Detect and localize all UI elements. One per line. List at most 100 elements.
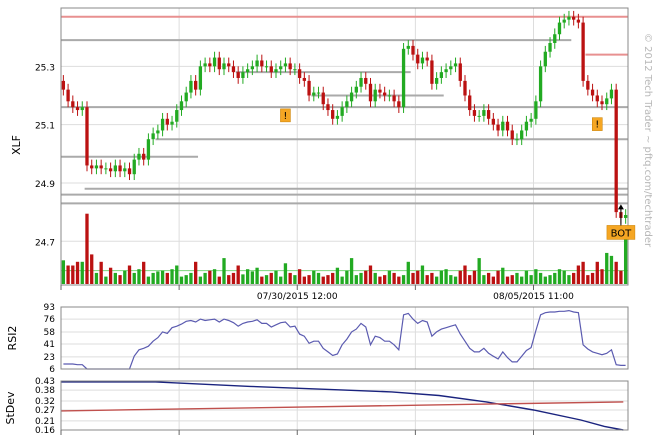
candle-body: [397, 101, 401, 108]
candle-body: [477, 115, 481, 117]
volume-bar: [401, 275, 406, 284]
candle-body: [217, 57, 221, 70]
candle-body: [71, 101, 75, 108]
volume-bar: [411, 272, 415, 284]
candle-body: [534, 101, 538, 119]
candle-body: [609, 89, 614, 99]
candle-body: [104, 168, 108, 170]
stdev-tick-label: 0.27: [35, 406, 55, 416]
volume-bar: [264, 275, 269, 284]
stdev-panel-frame: [60, 380, 629, 431]
text-layer: XLF RSI2 StDev © 2012 Tech Trader ~ pftq…: [4, 33, 653, 436]
volume-bar: [368, 265, 373, 284]
stdev-tick-label: 0.38: [35, 386, 55, 396]
candle-body: [548, 42, 552, 52]
volume-bar: [548, 275, 552, 284]
volume-bar: [586, 275, 590, 284]
volume-bar: [505, 276, 510, 284]
candle-body: [245, 69, 250, 73]
rsi-tick-label: 93: [44, 303, 55, 313]
price-axis-label: XLF: [10, 135, 23, 155]
candle-body: [132, 159, 136, 175]
volume-bar: [425, 275, 429, 284]
volume-bar: [123, 270, 127, 284]
volume-bar: [71, 265, 75, 284]
volume-bar: [331, 272, 335, 284]
candle-body: [302, 77, 306, 81]
candle-body: [430, 60, 434, 84]
candle-body: [264, 66, 269, 68]
candle-body: [156, 130, 160, 134]
volume-bar: [430, 272, 434, 284]
candle-body: [623, 215, 628, 218]
price-tick-label: 25.1: [35, 122, 55, 132]
volume-bar: [255, 267, 259, 284]
candle-body: [614, 89, 618, 213]
candle-body: [562, 19, 566, 23]
volume-bar: [600, 269, 604, 284]
volume-bar: [321, 276, 325, 284]
candle-body: [99, 165, 103, 169]
volume-bar: [387, 270, 392, 284]
volume-bar: [245, 269, 250, 284]
candle-body: [567, 16, 571, 20]
volume-bar: [241, 274, 245, 284]
volume-bar: [297, 269, 302, 284]
candle-body: [80, 107, 84, 111]
volume-bar: [283, 263, 288, 284]
volume-bar: [562, 270, 566, 284]
candle-body: [94, 165, 99, 169]
volume-bar: [184, 275, 188, 284]
volume-bar: [85, 213, 89, 284]
candle-body: [468, 95, 472, 111]
volume-bar: [212, 269, 217, 284]
volume-bar: [434, 276, 439, 284]
candle-body: [123, 168, 127, 172]
price-tick-label: 24.7: [35, 238, 55, 248]
candle-body: [288, 63, 292, 70]
candle-body: [482, 110, 486, 116]
candle-body: [572, 16, 576, 20]
candle-body: [434, 77, 439, 84]
volume-bar: [90, 254, 94, 284]
candle-body: [279, 66, 283, 70]
candle-body: [160, 118, 165, 131]
candle-body: [184, 92, 188, 102]
volume-bar: [392, 272, 396, 284]
volume-bar: [293, 275, 297, 284]
volume-bar: [472, 270, 477, 284]
candle-body: [189, 80, 193, 93]
volume-bar: [463, 265, 467, 284]
candle-body: [463, 80, 467, 96]
candle-body: [538, 66, 543, 102]
candle-body: [345, 101, 349, 108]
volume-bar: [557, 269, 562, 284]
volume-bar: [118, 275, 122, 284]
candle-body: [269, 66, 273, 73]
volume-bar: [439, 270, 444, 284]
candle-body: [416, 54, 420, 64]
volume-bar: [581, 261, 585, 284]
volume-bar: [335, 267, 340, 284]
candle-body: [340, 107, 344, 116]
volume-bar: [486, 272, 491, 284]
price-tick-label: 24.9: [35, 180, 55, 190]
candle-body: [543, 51, 547, 67]
volume-bar: [538, 272, 543, 284]
candle-body: [118, 165, 122, 172]
candle-body: [439, 72, 444, 78]
volume-bar: [543, 276, 547, 284]
markers-layer: !! BOT: [280, 108, 636, 240]
alert-marker-label: !: [595, 120, 599, 131]
volume-bar: [160, 270, 165, 284]
candle-body: [501, 121, 505, 131]
stock-chart: XLF RSI2 StDev © 2012 Tech Trader ~ pftq…: [0, 0, 657, 448]
volume-bar: [260, 276, 264, 284]
volume-bar: [590, 272, 595, 284]
candle-body: [208, 63, 212, 67]
candle-body: [198, 66, 203, 90]
candle-body: [586, 80, 590, 90]
candle-body: [326, 104, 330, 111]
volume-bar: [416, 270, 420, 284]
volume-bar: [217, 276, 221, 284]
